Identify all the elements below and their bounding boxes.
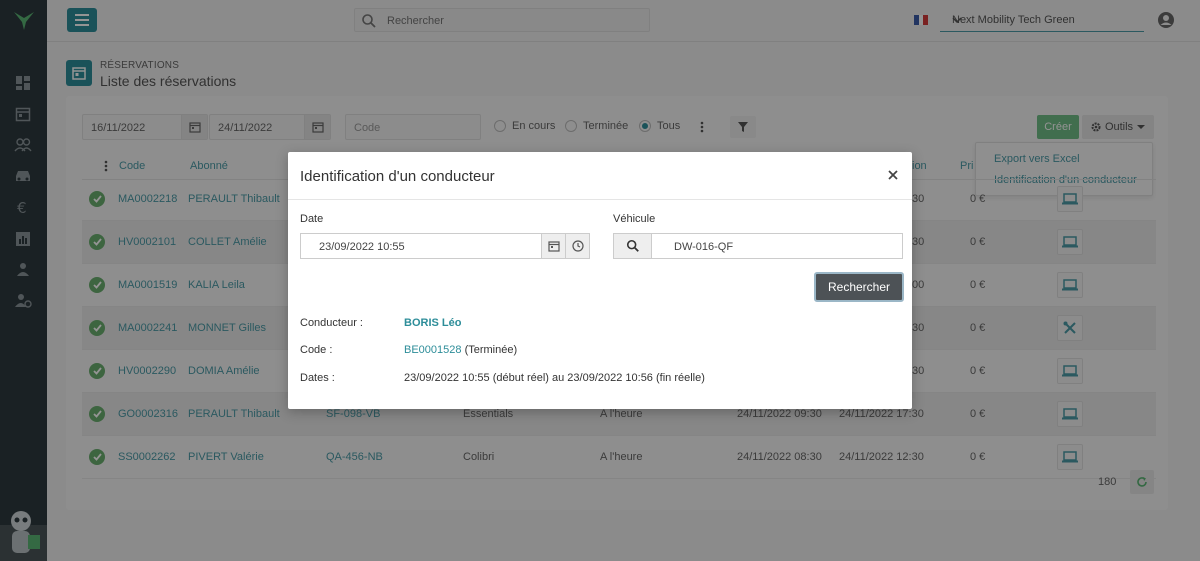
- conducteur-label: Conducteur :: [300, 317, 363, 329]
- modal-header: Identification d'un conducteur: [288, 152, 912, 200]
- close-icon[interactable]: [884, 166, 902, 184]
- code-status: (Terminée): [464, 344, 518, 356]
- dates-value: 23/09/2022 10:55 (début réel) au 23/09/2…: [404, 372, 705, 384]
- search-button[interactable]: Rechercher: [814, 272, 904, 302]
- conducteur-link[interactable]: BORIS Léo: [404, 317, 461, 329]
- code-link[interactable]: BE0001528: [404, 344, 462, 356]
- vehicle-search-icon[interactable]: [614, 234, 652, 258]
- code-label: Code :: [300, 344, 333, 356]
- modal-date-value: 23/09/2022 10:55: [319, 241, 405, 253]
- modal-calendar-icon[interactable]: [541, 234, 565, 258]
- modal-title: Identification d'un conducteur: [300, 168, 495, 185]
- vehicle-label: Véhicule: [613, 213, 656, 225]
- modal-date-input[interactable]: 23/09/2022 10:55: [300, 233, 590, 259]
- modal-vehicle-input[interactable]: DW-016-QF: [613, 233, 903, 259]
- dates-label: Dates :: [300, 372, 335, 384]
- identify-driver-modal: Identification d'un conducteur Date 23/0…: [288, 152, 912, 409]
- date-label: Date: [300, 213, 324, 225]
- modal-vehicle-value: DW-016-QF: [674, 241, 734, 253]
- code-result: BE0001528 (Terminée): [404, 344, 517, 356]
- modal-clock-icon[interactable]: [565, 234, 589, 258]
